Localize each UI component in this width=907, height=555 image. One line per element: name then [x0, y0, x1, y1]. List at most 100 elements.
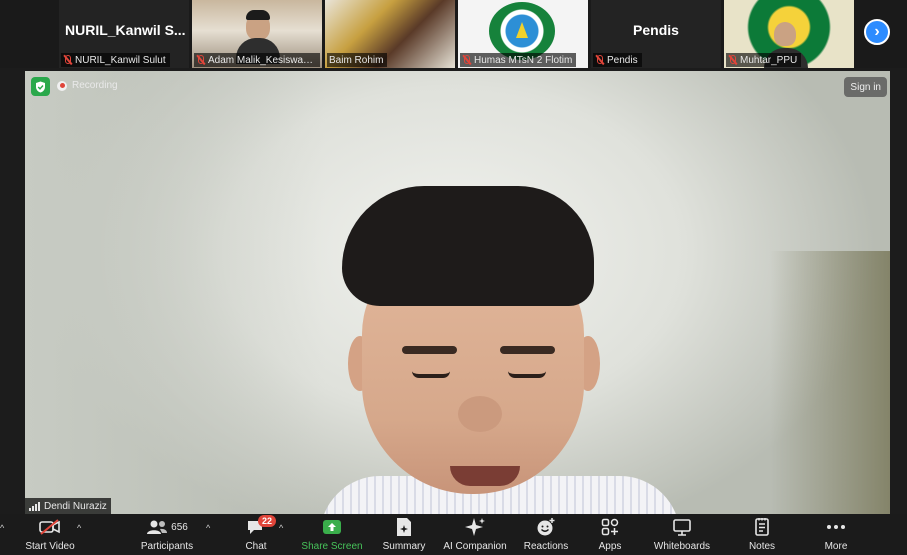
whiteboards-button[interactable]: Whiteboards: [650, 516, 714, 555]
meeting-window: NURIL_Kanwil S... NURIL_Kanwil Sulut Ada…: [0, 0, 907, 555]
sign-in-button[interactable]: Sign in: [844, 77, 887, 97]
more-button[interactable]: More: [818, 516, 854, 555]
start-video-button[interactable]: Start Video: [22, 516, 78, 555]
participant-nameplate: Pendis: [593, 53, 642, 67]
participant-video: [764, 22, 808, 68]
recording-dot-icon: [57, 80, 67, 91]
video-off-icon: [39, 516, 61, 538]
participant-tile-muhtar[interactable]: Muhtar_PPU: [724, 0, 854, 68]
signal-bar: [29, 507, 31, 511]
speaker-brow: [402, 346, 457, 354]
participant-strip: NURIL_Kanwil S... NURIL_Kanwil Sulut Ada…: [0, 0, 907, 68]
active-speaker-video[interactable]: Recording Sign in Dendi Nuraziz: [25, 71, 890, 514]
whiteboards-label: Whiteboards: [653, 541, 711, 552]
chat-icon-group: 22: [246, 515, 276, 538]
meeting-toolbar: ^ Start Video ^ 656 Participants ^ 22 Ch…: [0, 514, 907, 555]
audio-options-caret[interactable]: ^: [0, 523, 4, 533]
participant-nameplate: Muhtar_PPU: [726, 53, 802, 67]
participants-options-caret[interactable]: ^: [206, 523, 210, 533]
signal-bar: [35, 503, 37, 511]
speaker-nameplate: Dendi Nuraziz: [25, 498, 111, 514]
speaker-mouth: [450, 466, 520, 486]
signal-bar: [32, 505, 34, 511]
notes-button[interactable]: Notes: [744, 516, 780, 555]
mic-muted-icon: [462, 55, 471, 65]
recording-indicator[interactable]: Recording: [57, 80, 118, 91]
participant-tile-humas[interactable]: Humas MTsN 2 Flotim: [458, 0, 588, 68]
participant-name: Pendis: [607, 54, 638, 66]
chat-button[interactable]: 22 Chat: [238, 515, 276, 555]
ellipsis-icon: [827, 525, 845, 529]
participant-big-name: NURIL_Kanwil S...: [65, 22, 186, 38]
speaker-eye: [412, 371, 450, 378]
reactions-icon-group: [536, 516, 556, 538]
background-plant: [770, 251, 890, 514]
ai-companion-icon-group: [464, 516, 486, 538]
recording-label: Recording: [72, 80, 118, 91]
security-shield-icon[interactable]: [31, 77, 50, 96]
apps-icon-group: [601, 516, 619, 538]
participant-tile-nuril[interactable]: NURIL_Kanwil S... NURIL_Kanwil Sulut: [59, 0, 189, 68]
summary-icon-group: [395, 516, 413, 538]
video-options-caret[interactable]: ^: [77, 523, 81, 533]
notes-icon-group: [754, 516, 770, 538]
reactions-label: Reactions: [523, 541, 569, 552]
notes-label: Notes: [748, 541, 776, 552]
participant-name: Humas MTsN 2 Flotim: [474, 54, 573, 66]
mic-muted-icon: [63, 55, 72, 65]
share-screen-button[interactable]: Share Screen: [300, 516, 364, 555]
participants-button[interactable]: 656 Participants: [136, 516, 198, 555]
participant-name: Muhtar_PPU: [740, 54, 798, 66]
mic-muted-icon: [595, 55, 604, 65]
mic-muted-icon: [196, 55, 205, 65]
start-video-label: Start Video: [25, 541, 75, 552]
participant-video-detail: [246, 10, 270, 20]
mic-muted-icon: [728, 55, 737, 65]
reactions-button[interactable]: Reactions: [522, 516, 570, 555]
summary-button[interactable]: Summary: [380, 516, 428, 555]
participant-tile-pendis[interactable]: Pendis Pendis: [591, 0, 721, 68]
participant-nameplate: Baim Rohim: [327, 53, 388, 67]
participant-name: Baim Rohim: [329, 54, 384, 66]
smiley-plus-icon: [537, 518, 555, 536]
ai-companion-label: AI Companion: [443, 541, 507, 552]
speaker-figure: [320, 186, 680, 514]
participants-icon-group: 656: [146, 516, 188, 538]
participant-nameplate: NURIL_Kanwil Sulut: [61, 53, 170, 67]
more-icon-group: [826, 516, 846, 538]
chat-label: Chat: [245, 541, 267, 552]
chat-options-caret[interactable]: ^: [279, 523, 283, 533]
school-logo: [489, 2, 555, 60]
next-page-button[interactable]: ›: [864, 19, 890, 45]
background-blur: [25, 71, 325, 514]
whiteboards-icon-group: [672, 516, 692, 538]
speaker-hair: [342, 186, 594, 306]
more-label: More: [824, 541, 848, 552]
participant-tile-baim[interactable]: Baim Rohim: [325, 0, 455, 68]
apps-label: Apps: [598, 541, 622, 552]
speaker-brow: [500, 346, 555, 354]
share-screen-icon-group: [322, 516, 342, 538]
speaker-nose: [458, 396, 502, 432]
participant-nameplate: Humas MTsN 2 Flotim: [460, 53, 577, 67]
summary-label: Summary: [382, 541, 426, 552]
speaker-eye: [508, 371, 546, 378]
participant-tile-adam[interactable]: Adam Malik_Kesiswaa...: [192, 0, 322, 68]
ai-companion-button[interactable]: AI Companion: [441, 516, 509, 555]
participant-big-name: Pendis: [633, 22, 679, 38]
apps-icon: [601, 518, 619, 536]
participants-label: Participants: [140, 541, 194, 552]
sparkle-icon: [465, 518, 485, 536]
apps-button[interactable]: Apps: [594, 516, 626, 555]
participants-count: 656: [171, 521, 188, 533]
participant-nameplate: Adam Malik_Kesiswaa...: [194, 53, 320, 67]
participant-name: Adam Malik_Kesiswaa...: [208, 54, 316, 66]
speaker-name: Dendi Nuraziz: [44, 500, 107, 512]
signal-strength-icon: [29, 501, 40, 511]
share-screen-icon: [323, 520, 341, 534]
participant-name: NURIL_Kanwil Sulut: [75, 54, 166, 66]
participants-icon: [147, 520, 168, 534]
share-screen-label: Share Screen: [301, 541, 363, 552]
signal-bar: [38, 501, 40, 511]
whiteboard-icon: [673, 519, 691, 536]
